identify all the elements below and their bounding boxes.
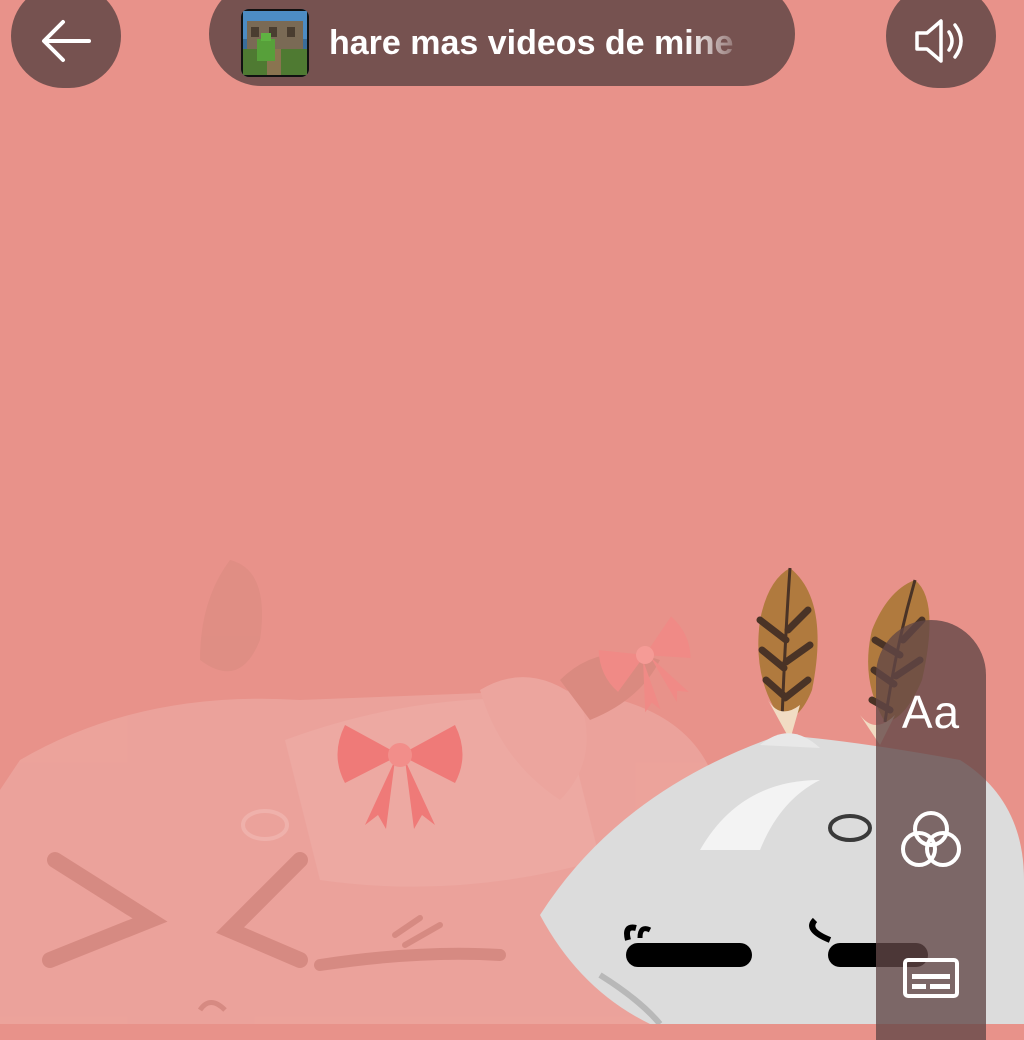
video-title: hare mas videos de mine	[329, 23, 734, 62]
text-tool-label: Aa	[901, 686, 961, 738]
speaker-volume-icon	[913, 2, 969, 71]
text-tool-button[interactable]: Aa	[876, 672, 986, 752]
sticker-artwork	[0, 560, 1024, 1024]
feather-left	[756, 567, 818, 740]
video-thumbnail	[241, 9, 309, 77]
video-title-pill[interactable]: hare mas videos de mine	[209, 0, 795, 86]
three-circles-filter-icon	[899, 809, 963, 876]
filter-tool-button[interactable]	[876, 802, 986, 882]
captions-tool-button[interactable]	[876, 940, 986, 1020]
editing-tools-panel: Aa	[876, 620, 986, 1040]
arrow-left-icon	[39, 4, 93, 69]
captions-icon	[902, 957, 960, 1004]
